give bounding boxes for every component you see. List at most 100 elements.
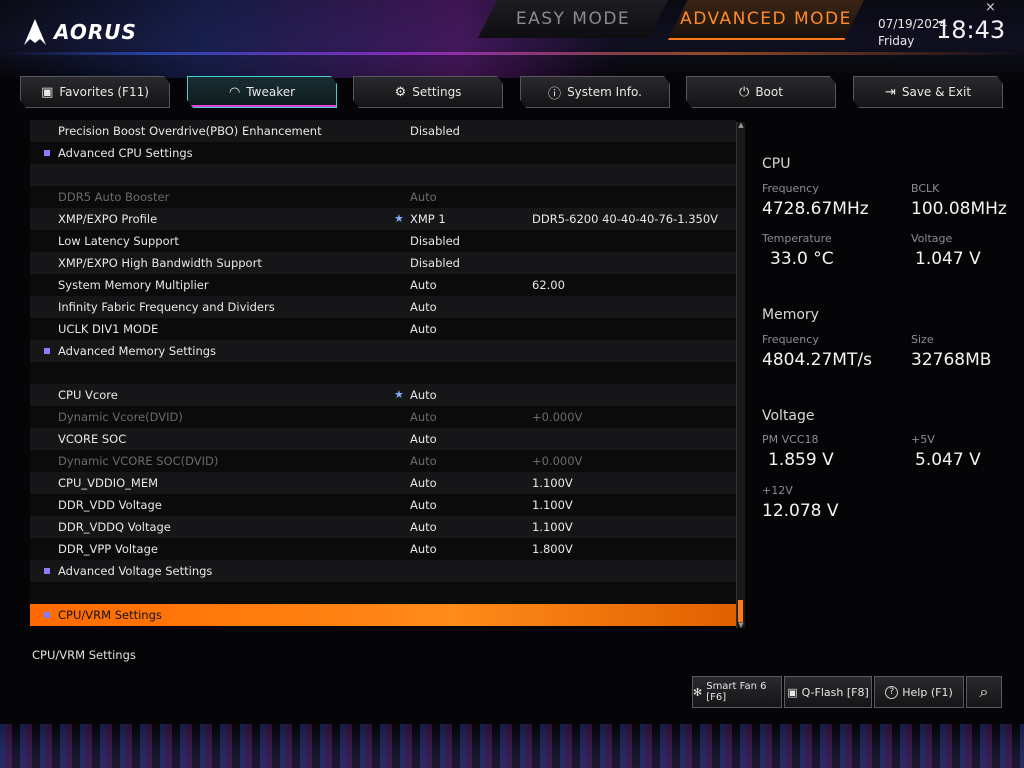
chip-icon: ▣ bbox=[787, 685, 798, 699]
setting-row[interactable]: Infinity Fabric Frequency and Dividers Au… bbox=[30, 296, 736, 318]
setting-value[interactable]: Disabled bbox=[410, 120, 460, 142]
setting-value[interactable]: Auto bbox=[410, 472, 437, 494]
tab-label: Tweaker bbox=[246, 85, 296, 99]
tab-label: Favorites (F11) bbox=[59, 85, 149, 99]
tab-favorites[interactable]: ▣ Favorites (F11) bbox=[20, 76, 170, 108]
memory-section-title: Memory bbox=[762, 307, 819, 323]
brand-name: AORUS bbox=[54, 20, 137, 44]
setting-row[interactable]: Dynamic Vcore(DVID) Auto +0.000V bbox=[30, 406, 736, 428]
setting-name: DDR_VPP Voltage bbox=[58, 542, 158, 556]
cpu-frequency-label: Frequency bbox=[762, 182, 819, 195]
setting-row[interactable]: DDR_VPP Voltage Auto 1.800V bbox=[30, 538, 736, 560]
settings-list: Precision Boost Overdrive(PBO) Enhanceme… bbox=[30, 120, 736, 626]
tab-label: Settings bbox=[412, 85, 462, 99]
spacer-row bbox=[30, 164, 736, 186]
memory-frequency-label: Frequency bbox=[762, 333, 819, 346]
setting-current-value: 1.100V bbox=[532, 520, 573, 534]
setting-row[interactable]: XMP/EXPO High Bandwidth Support Disabled bbox=[30, 252, 736, 274]
setting-name: CPU Vcore bbox=[58, 388, 118, 402]
setting-row[interactable]: VCORE SOC Auto bbox=[30, 428, 736, 450]
setting-name: Dynamic Vcore(DVID) bbox=[58, 410, 183, 424]
submenu-item[interactable]: Advanced CPU Settings bbox=[30, 142, 736, 164]
smart-fan-label: Smart Fan 6 [F6] bbox=[706, 681, 767, 703]
close-icon[interactable]: × bbox=[985, 0, 996, 15]
footer-decoration bbox=[0, 724, 1024, 768]
setting-current-value: DDR5-6200 40-40-40-76-1.350V bbox=[532, 212, 719, 226]
bclk-value: 100.08MHz bbox=[911, 199, 1007, 219]
setting-value[interactable]: Auto bbox=[410, 494, 437, 516]
tab-tweaker[interactable]: ◠ Tweaker bbox=[187, 76, 337, 108]
setting-row[interactable]: Precision Boost Overdrive(PBO) Enhanceme… bbox=[30, 120, 736, 142]
setting-current-value: +0.000V bbox=[532, 410, 583, 424]
setting-value[interactable]: Auto bbox=[410, 384, 437, 406]
scroll-up-icon[interactable]: ▲ bbox=[737, 122, 745, 129]
cpu-section-title: CPU bbox=[762, 156, 791, 172]
submenu-item[interactable]: CPU/VRM Settings bbox=[30, 604, 736, 626]
submenu-bullet-icon bbox=[44, 612, 50, 618]
submenu-bullet-icon bbox=[44, 568, 50, 574]
setting-value[interactable]: Auto bbox=[410, 296, 437, 318]
setting-row[interactable]: CPU_VDDIO_MEM Auto 1.100V bbox=[30, 472, 736, 494]
cpu-voltage-value: 1.047 V bbox=[915, 249, 981, 269]
setting-row[interactable]: CPU Vcore ★ Auto bbox=[30, 384, 736, 406]
setting-row[interactable]: XMP/EXPO Profile ★ XMP 1 DDR5-6200 40-40-40… bbox=[30, 208, 736, 230]
setting-row[interactable]: UCLK DIV1 MODE Auto bbox=[30, 318, 736, 340]
setting-name: Advanced CPU Settings bbox=[58, 146, 193, 160]
setting-value[interactable]: Auto bbox=[410, 538, 437, 560]
setting-name: XMP/EXPO Profile bbox=[58, 212, 158, 226]
setting-row[interactable]: DDR_VDDQ Voltage Auto 1.100V bbox=[30, 516, 736, 538]
scrollbar[interactable]: ▲ ▼ bbox=[736, 122, 745, 629]
fan-icon: ✻ bbox=[693, 685, 703, 699]
setting-row[interactable]: Low Latency Support Disabled bbox=[30, 230, 736, 252]
setting-current-value: 1.800V bbox=[532, 542, 573, 556]
setting-value[interactable]: Disabled bbox=[410, 230, 460, 252]
search-icon: ⌕ bbox=[979, 682, 989, 701]
scrollbar-thumb[interactable] bbox=[738, 600, 743, 622]
setting-name: DDR5 Auto Booster bbox=[58, 190, 170, 204]
submenu-item[interactable]: Advanced Voltage Settings bbox=[30, 560, 736, 582]
tab-save-exit[interactable]: ⇥ Save & Exit bbox=[853, 76, 1003, 108]
search-button[interactable]: ⌕ bbox=[966, 676, 1002, 708]
info-icon: ⓘ bbox=[548, 86, 562, 102]
setting-row[interactable]: DDR_VDD Voltage Auto 1.100V bbox=[30, 494, 736, 516]
tab-boot[interactable]: ⏻ Boot bbox=[686, 76, 836, 108]
plus-12v-label: +12V bbox=[762, 484, 793, 497]
setting-name: Infinity Fabric Frequency and Dividers bbox=[58, 300, 275, 314]
help-button[interactable]: ? Help (F1) bbox=[874, 676, 964, 708]
main-tabs: ▣ Favorites (F11) ◠ Tweaker ⚙ Settings ⓘ… bbox=[20, 76, 1004, 110]
setting-name: Advanced Memory Settings bbox=[58, 344, 217, 358]
help-label: Help (F1) bbox=[902, 685, 953, 699]
gear-icon: ⚙ bbox=[394, 84, 407, 100]
setting-value[interactable]: Auto bbox=[410, 428, 437, 450]
easy-mode-button[interactable]: EASY MODE bbox=[478, 0, 668, 38]
setting-name: DDR_VDD Voltage bbox=[58, 498, 162, 512]
setting-value: Auto bbox=[410, 410, 437, 424]
setting-row[interactable]: Dynamic VCORE SOC(DVID) Auto +0.000V bbox=[30, 450, 736, 472]
spacer-row bbox=[30, 362, 736, 384]
setting-row[interactable]: DDR5 Auto Booster Auto bbox=[30, 186, 736, 208]
submenu-item[interactable]: Advanced Memory Settings bbox=[30, 340, 736, 362]
setting-value[interactable]: Auto bbox=[410, 318, 437, 340]
q-flash-button[interactable]: ▣ Q-Flash [F8] bbox=[784, 676, 872, 708]
setting-value[interactable]: Disabled bbox=[410, 252, 460, 274]
advanced-mode-button[interactable]: ADVANCED MODE bbox=[668, 0, 864, 40]
tab-settings[interactable]: ⚙ Settings bbox=[353, 76, 503, 108]
setting-name: UCLK DIV1 MODE bbox=[58, 322, 159, 336]
setting-value[interactable]: Auto bbox=[410, 274, 437, 296]
voltage-section-title: Voltage bbox=[762, 408, 815, 424]
setting-name: DDR_VDDQ Voltage bbox=[58, 520, 171, 534]
eagle-icon bbox=[24, 19, 46, 45]
exit-icon: ⇥ bbox=[884, 84, 896, 100]
setting-name: CPU/VRM Settings bbox=[58, 608, 162, 622]
memory-size-value: 32768MB bbox=[911, 350, 992, 370]
scroll-down-icon[interactable]: ▼ bbox=[737, 622, 745, 629]
setting-name: Precision Boost Overdrive(PBO) Enhanceme… bbox=[58, 124, 322, 138]
setting-value[interactable]: Auto bbox=[410, 516, 437, 538]
setting-row[interactable]: System Memory Multiplier Auto 62.00 bbox=[30, 274, 736, 296]
cpu-frequency-value: 4728.67MHz bbox=[762, 199, 869, 219]
setting-value[interactable]: XMP 1 bbox=[410, 208, 446, 230]
q-flash-label: Q-Flash [F8] bbox=[801, 685, 869, 699]
smart-fan-button[interactable]: ✻ Smart Fan 6 [F6] bbox=[692, 676, 782, 708]
gauge-icon: ◠ bbox=[228, 84, 241, 100]
tab-system-info[interactable]: ⓘ System Info. bbox=[520, 76, 670, 108]
